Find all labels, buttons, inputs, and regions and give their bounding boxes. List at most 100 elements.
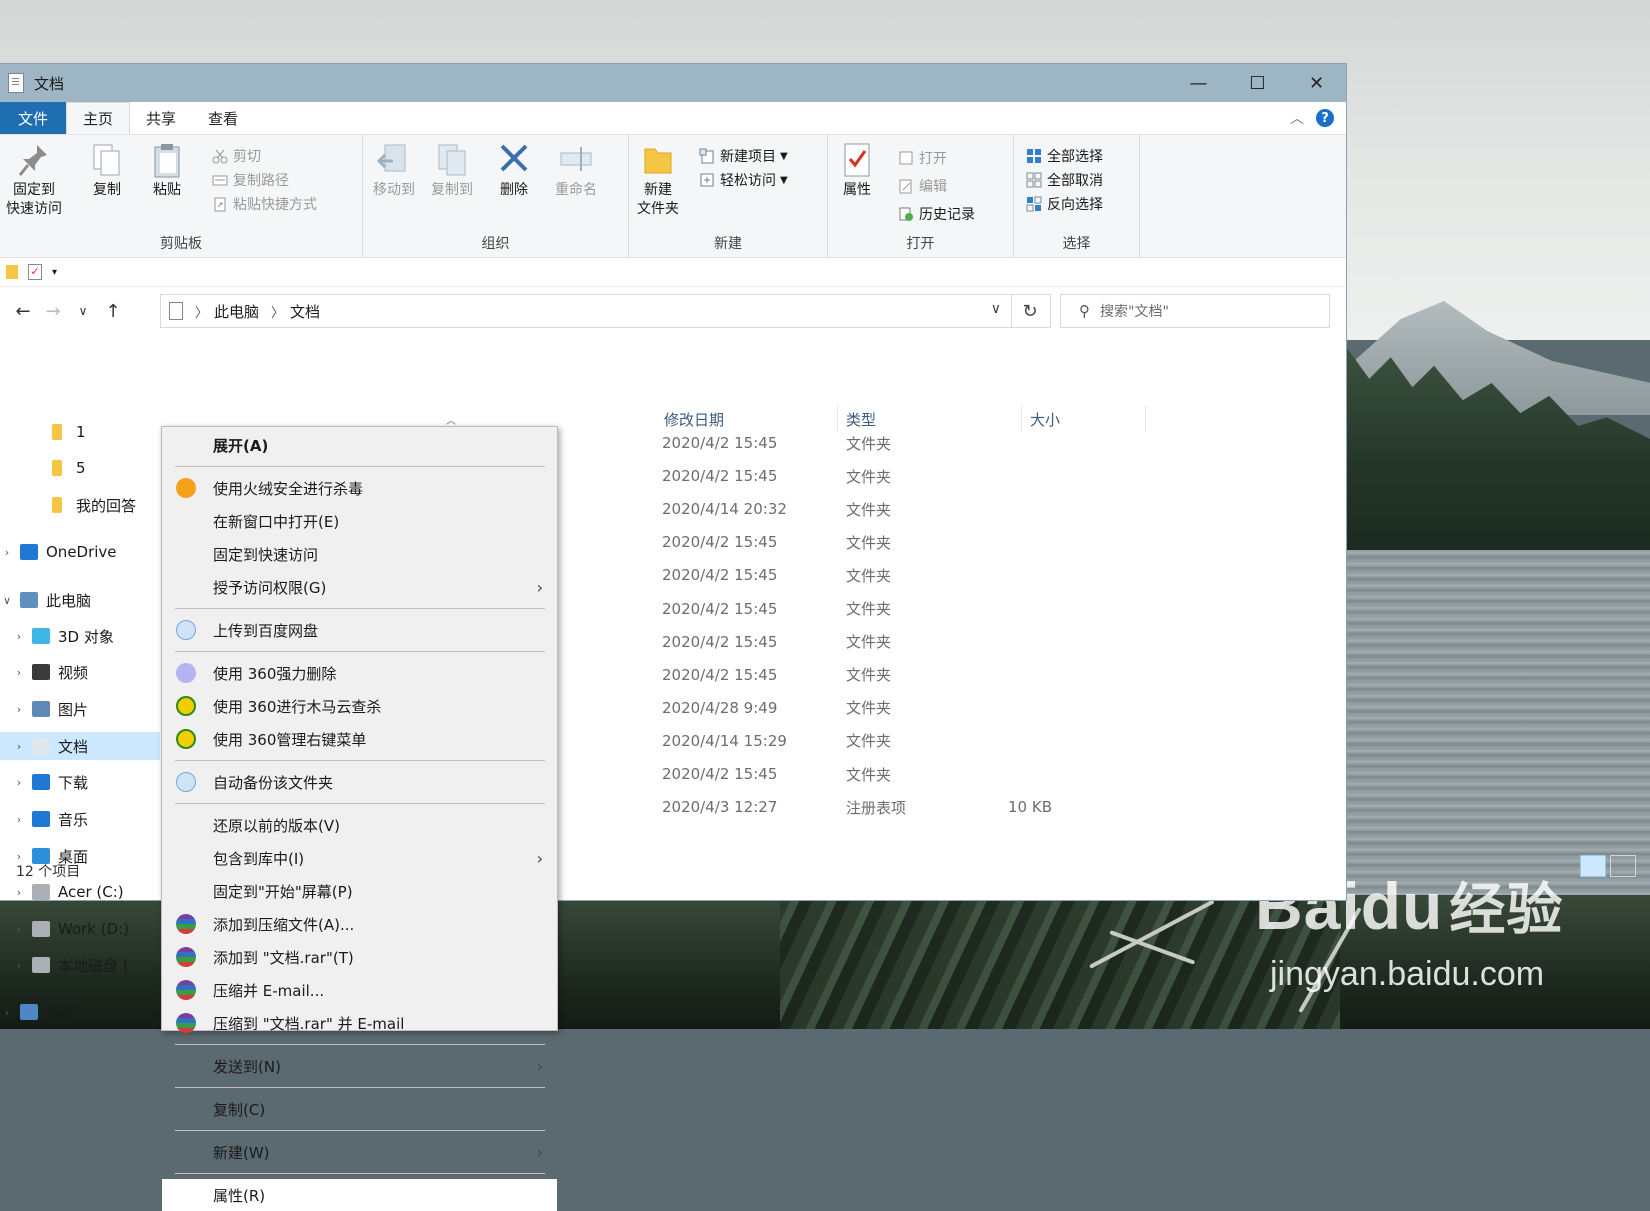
chevron-right-icon[interactable]: › [0, 1006, 14, 1019]
delete-button[interactable]: 删除 [497, 141, 531, 200]
breadcrumb-separator-icon[interactable]: 〉 [271, 302, 284, 321]
customize-qat-icon[interactable]: ▾ [52, 267, 57, 278]
nav-item[interactable]: › 3D 对象 [0, 622, 114, 650]
minimize-button[interactable]: — [1169, 64, 1228, 102]
chevron-right-icon[interactable]: › [12, 740, 26, 753]
details-view-icon[interactable] [1580, 855, 1606, 877]
nav-item[interactable]: › 下载 [0, 768, 88, 796]
help-icon[interactable]: ? [1316, 109, 1334, 127]
select-none-button[interactable]: 全部取消 [1026, 169, 1103, 191]
breadcrumb-separator-icon[interactable]: 〉 [195, 302, 208, 321]
large-icons-view-icon[interactable] [1610, 855, 1636, 877]
chevron-right-icon[interactable]: › [12, 886, 26, 899]
nav-item[interactable]: ∨ 此电脑 [0, 586, 91, 614]
new-folder-button[interactable]: 新建 文件夹 [637, 141, 679, 219]
select-all-button[interactable]: 全部选择 [1026, 145, 1103, 167]
forward-icon[interactable]: → [38, 301, 68, 322]
tab-file[interactable]: 文件 [0, 102, 66, 134]
menu-item[interactable]: 使用 360管理右键菜单 [162, 723, 557, 755]
back-icon[interactable]: ← [8, 301, 38, 322]
nav-item[interactable]: › 网络 [0, 998, 76, 1026]
menu-item[interactable]: 使用 360强力删除 [162, 657, 557, 689]
title-bar[interactable]: 文档 — ☐ ✕ [0, 64, 1346, 102]
maximize-button[interactable]: ☐ [1228, 64, 1287, 102]
history-button[interactable]: 历史记录 [898, 203, 975, 225]
tab-view[interactable]: 查看 [192, 102, 254, 134]
menu-item[interactable]: 授予访问权限(G) › [162, 571, 557, 603]
up-icon[interactable]: ↑ [98, 301, 128, 322]
folder-icon[interactable] [6, 265, 18, 279]
invert-selection-button[interactable]: 反向选择 [1026, 193, 1103, 215]
nav-item[interactable]: › Work (D:) [0, 915, 129, 943]
chevron-right-icon[interactable]: › [12, 776, 26, 789]
search-box[interactable]: ⚲ 搜索"文档" [1060, 294, 1330, 328]
chevron-right-icon[interactable]: › [12, 703, 26, 716]
chevron-right-icon[interactable]: › [12, 923, 26, 936]
column-header-date-modified[interactable]: 修改日期 [656, 406, 838, 432]
menu-item[interactable]: 还原以前的版本(V) [162, 809, 557, 841]
properties-button[interactable]: 属性 [840, 141, 874, 200]
paste-shortcut-button[interactable]: 粘贴快捷方式 [212, 193, 317, 215]
menu-item[interactable]: 包含到库中(I) › [162, 842, 557, 874]
menu-item[interactable]: 固定到"开始"屏幕(P) [162, 875, 557, 907]
nav-item[interactable]: › OneDrive [0, 538, 117, 566]
chevron-right-icon[interactable]: › [0, 546, 14, 559]
nav-item[interactable]: 1 [0, 418, 86, 446]
nav-item[interactable]: › Acer (C:) [0, 878, 124, 906]
cell-date: 2020/4/14 20:32 [662, 500, 787, 519]
collapse-ribbon-icon[interactable]: ︿ [1290, 108, 1304, 128]
nav-item[interactable]: 5 [0, 454, 86, 482]
menu-item[interactable]: 压缩并 E-mail... [162, 974, 557, 1006]
pin-quick-access-button[interactable]: 固定到 快速访问 [6, 141, 62, 219]
chevron-right-icon[interactable]: › [12, 666, 26, 679]
nav-item[interactable]: › 图片 [0, 695, 88, 723]
copy-button[interactable]: 复制 [90, 141, 124, 200]
breadcrumb-documents[interactable]: 文档 [290, 301, 320, 322]
tab-home[interactable]: 主页 [66, 102, 131, 134]
menu-item[interactable]: 展开(A) [162, 429, 557, 461]
menu-item[interactable]: 添加到压缩文件(A)... [162, 908, 557, 940]
menu-item[interactable]: 固定到快速访问 [162, 538, 557, 570]
address-bar[interactable]: 〉 此电脑 〉 文档 ∨ [160, 294, 1012, 328]
nav-item[interactable]: › 本地磁盘 ( [0, 951, 129, 979]
chevron-right-icon[interactable]: › [12, 813, 26, 826]
easy-access-button[interactable]: 轻松访问 ▼ [699, 169, 788, 191]
menu-item[interactable]: 使用火绒安全进行杀毒 [162, 472, 557, 504]
chevron-down-icon[interactable]: ∨ [991, 301, 1001, 317]
menu-item[interactable]: 压缩到 "文档.rar" 并 E-mail [162, 1007, 557, 1039]
breadcrumb-this-pc[interactable]: 此电脑 [214, 301, 259, 322]
nav-item[interactable]: 我的回答 [0, 491, 136, 519]
copy-to-button[interactable]: 复制到 [431, 141, 473, 200]
nav-item[interactable]: › 文档 [0, 732, 160, 760]
menu-item[interactable]: 发送到(N) › [162, 1050, 557, 1082]
nav-item[interactable]: › 音乐 [0, 805, 88, 833]
cut-button[interactable]: 剪切 [212, 145, 261, 167]
menu-item[interactable]: 使用 360进行木马云查杀 [162, 690, 557, 722]
nav-item[interactable]: › 视频 [0, 658, 88, 686]
move-to-button[interactable]: 移动到 [373, 141, 415, 200]
menu-item[interactable]: 新建(W) › [162, 1136, 557, 1168]
recent-chevron-icon[interactable]: ∨ [68, 304, 98, 318]
properties-check-icon[interactable]: ✓ [28, 264, 42, 280]
copy-path-button[interactable]: 复制路径 [212, 169, 289, 191]
rename-button[interactable]: 重命名 [555, 141, 597, 200]
open-button[interactable]: 打开 [898, 147, 947, 169]
refresh-icon[interactable]: ↻ [1010, 294, 1051, 328]
chevron-down-icon[interactable]: ∨ [0, 594, 14, 607]
column-header-size[interactable]: 大小 [1022, 406, 1146, 432]
new-item-button[interactable]: 新建项目 ▼ [699, 145, 788, 167]
menu-item[interactable]: 复制(C) [162, 1093, 557, 1125]
chevron-right-icon[interactable]: › [12, 959, 26, 972]
menu-item[interactable]: 上传到百度网盘 [162, 614, 557, 646]
tab-share[interactable]: 共享 [130, 102, 192, 134]
paste-button[interactable]: 粘贴 [150, 141, 184, 200]
close-button[interactable]: ✕ [1287, 64, 1346, 102]
column-header-type[interactable]: 类型 [838, 406, 1022, 432]
menu-item[interactable]: 在新窗口中打开(E) [162, 505, 557, 537]
menu-item[interactable]: 属性(R) [162, 1179, 557, 1211]
menu-item[interactable]: 自动备份该文件夹 [162, 766, 557, 798]
search-input[interactable]: 搜索"文档" [1100, 301, 1169, 321]
chevron-right-icon[interactable]: › [12, 630, 26, 643]
menu-item[interactable]: 添加到 "文档.rar"(T) [162, 941, 557, 973]
edit-button[interactable]: 编辑 [898, 175, 947, 197]
